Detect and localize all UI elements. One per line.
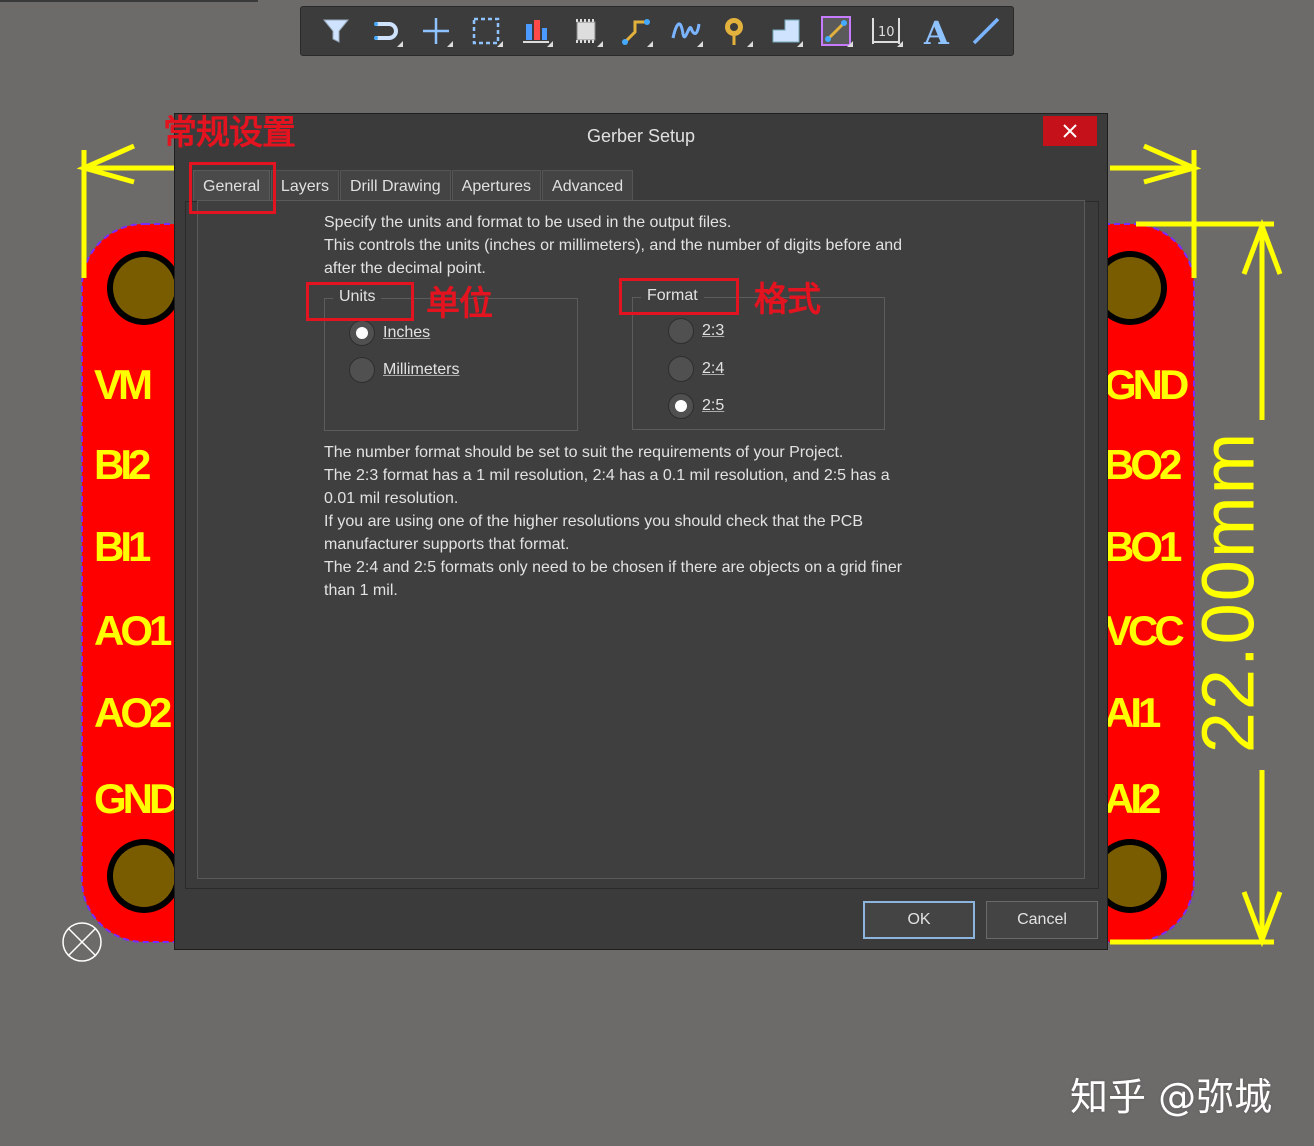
silk-label-left-4: AO1 (94, 607, 172, 654)
intro-line: This controls the units (inches or milli… (324, 237, 903, 254)
notes-line: The number format should be set to suit … (324, 444, 844, 461)
radio-format-2-5[interactable]: 2:5 (668, 393, 724, 419)
radio-label: Inches (383, 324, 431, 341)
notes-line: If you are using one of the higher resol… (324, 513, 863, 530)
silk-label-right-5: AI1 (1104, 689, 1161, 736)
radio-format-2-3[interactable]: 2:3 (668, 318, 724, 344)
silk-label-right-4: VCC (1104, 607, 1185, 654)
intro-line: Specify the units and format to be used … (324, 214, 732, 231)
tab-layers[interactable]: Layers (270, 170, 339, 201)
height-dimension-label: 22.00mm (1186, 430, 1270, 754)
radio-millimeters[interactable]: Millimeters (349, 357, 459, 383)
silk-label-left-2: BI2 (94, 441, 151, 488)
format-notes-text: The number format should be set to suit … (324, 441, 902, 602)
intro-line: after the decimal point. (324, 260, 486, 277)
radio-label: 2:3 (702, 322, 725, 339)
origin-marker-icon (62, 922, 102, 962)
silk-label-right-1: GND (1104, 361, 1189, 408)
notes-line: than 1 mil. (324, 582, 398, 599)
annotation-general-label: 常规设置 (163, 113, 296, 153)
radio-label: Millimeters (383, 361, 460, 378)
close-button[interactable] (1043, 116, 1097, 146)
annotation-format-label: 格式 (754, 280, 821, 320)
dialog-title: Gerber Setup (586, 126, 696, 146)
radio-selected-dot (356, 327, 368, 339)
cancel-button[interactable]: Cancel (986, 901, 1098, 939)
notes-line: The 2:4 and 2:5 formats only need to be … (324, 559, 903, 576)
tab-apertures[interactable]: Apertures (451, 170, 542, 201)
notes-line: 0.01 mil resolution. (324, 490, 459, 507)
close-icon (1063, 124, 1077, 138)
notes-line: The 2:3 format has a 1 mil resolution, 2… (324, 467, 890, 484)
tab-drill-drawing[interactable]: Drill Drawing (339, 170, 451, 201)
silk-label-left-5: AO2 (94, 689, 172, 736)
radio-button[interactable] (668, 393, 694, 419)
annotation-box-general (189, 162, 276, 214)
radio-label: 2:4 (702, 360, 725, 377)
radio-button[interactable] (668, 356, 694, 382)
radio-button[interactable] (349, 320, 375, 346)
silk-label-right-3: BO1 (1104, 523, 1182, 570)
radio-selected-dot (675, 400, 687, 412)
ok-button[interactable]: OK (863, 901, 975, 939)
annotation-units-label: 单位 (426, 284, 493, 324)
intro-text: Specify the units and format to be used … (324, 211, 902, 280)
annotation-box-format (619, 278, 739, 315)
notes-line: manufacturer supports that format. (324, 536, 570, 553)
radio-inches[interactable]: Inches (349, 320, 430, 346)
silk-label-right-6: AI2 (1104, 775, 1161, 822)
gerber-setup-dialog: Gerber Setup General Layers Drill Drawin… (174, 113, 1108, 950)
radio-button[interactable] (668, 318, 694, 344)
silk-label-left-1: VM (94, 361, 153, 408)
silk-label-right-2: BO2 (1104, 441, 1182, 488)
silk-label-left-6: GND (94, 775, 179, 822)
radio-button[interactable] (349, 357, 375, 383)
radio-label: 2:5 (702, 397, 725, 414)
silk-label-left-3: BI1 (94, 523, 151, 570)
annotation-box-units (306, 282, 414, 321)
watermark: 知乎 @弥城 (1070, 1075, 1273, 1119)
tab-advanced[interactable]: Advanced (542, 170, 634, 201)
radio-format-2-4[interactable]: 2:4 (668, 356, 724, 382)
